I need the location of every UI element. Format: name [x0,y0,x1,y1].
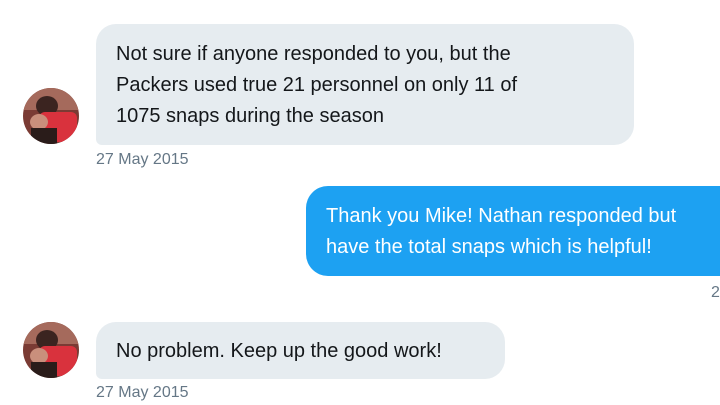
message-text-line: 1075 snaps during the season [116,105,384,127]
message-text-line: Not sure if anyone responded to you, but… [116,43,511,65]
direct-message-thread: { "messages": [ { "direction": "incoming… [0,0,720,405]
sender-avatar[interactable] [23,322,79,378]
message-timestamp: 27 May 2015 [96,151,189,168]
outgoing-message-bubble: Thank you Mike! Nathan responded but hav… [306,186,720,276]
message-text-line: Packers used true 21 personnel on only 1… [116,74,517,96]
sender-avatar[interactable] [23,88,79,144]
message-timestamp: 2 [711,284,720,301]
user-avatar-icon [23,88,79,144]
message-text-line: No problem. Keep up the good work! [116,340,442,362]
incoming-message-bubble: No problem. Keep up the good work! [96,322,505,379]
message-text-line: have the total snaps which is helpful! [326,236,652,258]
message-text-line: Thank you Mike! Nathan responded but [326,205,677,227]
message-timestamp: 27 May 2015 [96,384,189,401]
incoming-message-bubble: Not sure if anyone responded to you, but… [96,24,634,145]
user-avatar-icon [23,322,79,378]
